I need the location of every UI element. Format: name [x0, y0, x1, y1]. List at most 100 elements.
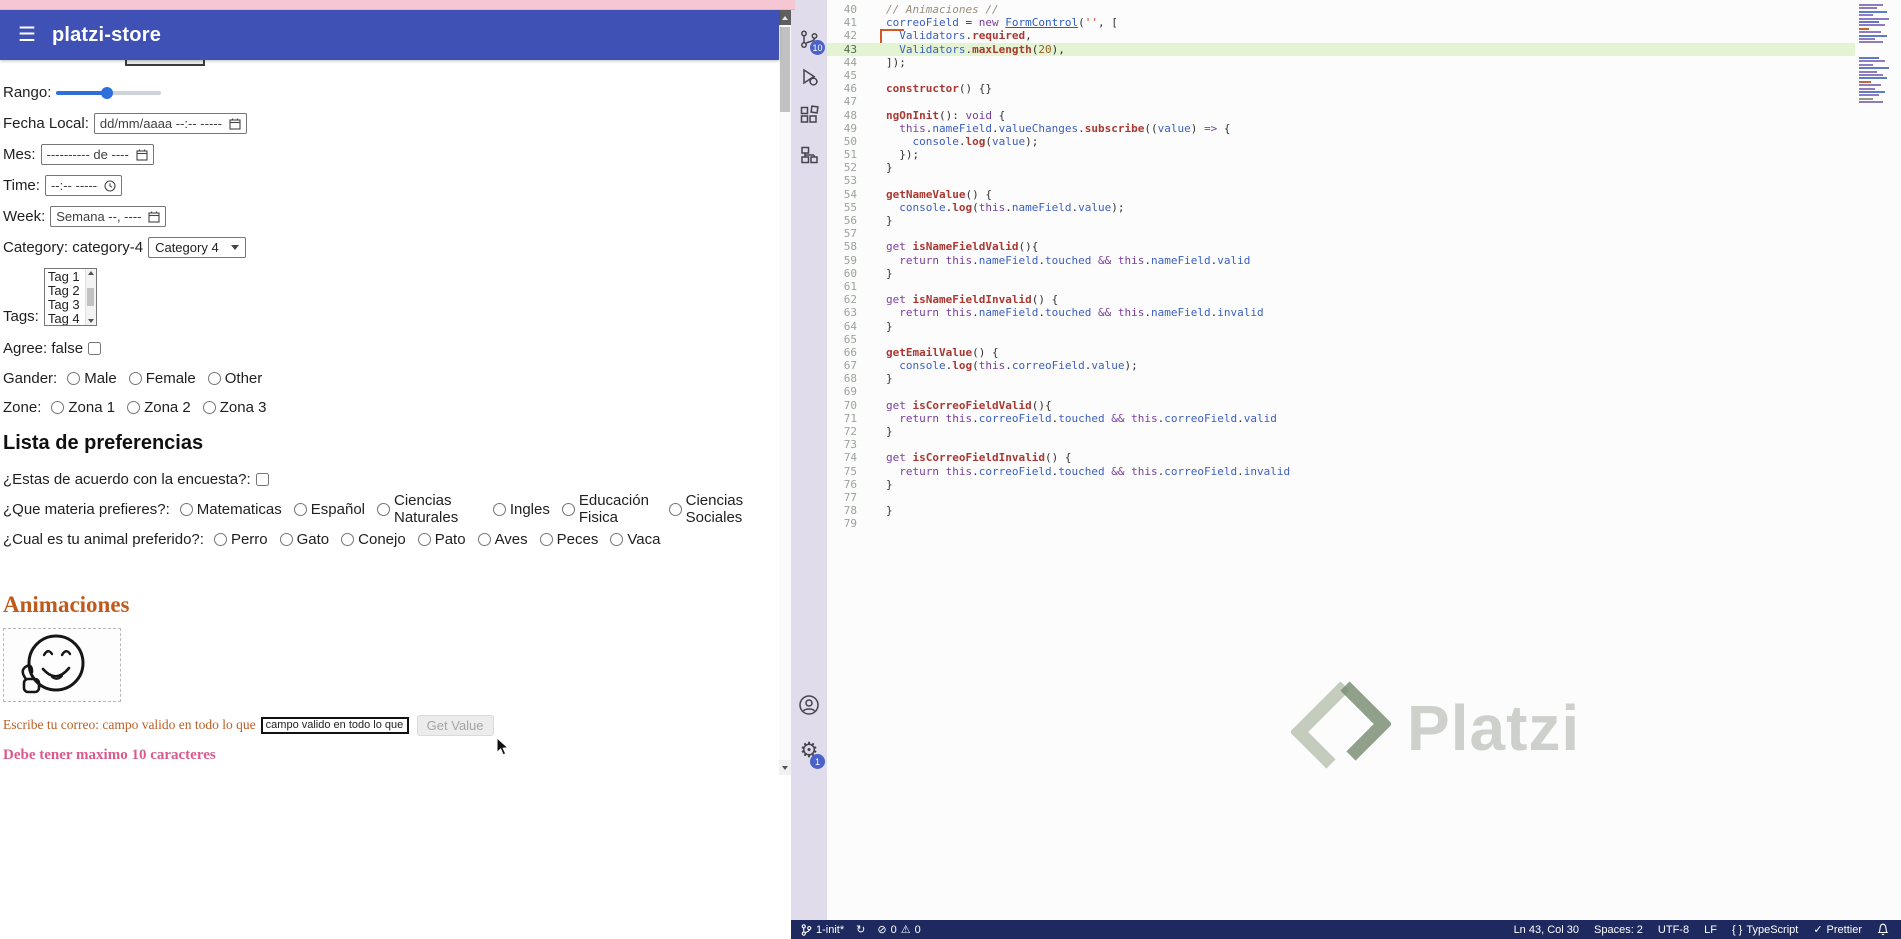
animal-radio[interactable]: [341, 532, 355, 546]
code-line-66[interactable]: 66 getEmailValue() {: [827, 346, 1855, 359]
settings-gear-icon[interactable]: ⚙ 1: [791, 730, 827, 770]
minimap[interactable]: [1857, 0, 1899, 130]
code-line-65[interactable]: 65: [827, 333, 1855, 346]
gander-option[interactable]: Other: [207, 370, 262, 387]
rango-slider[interactable]: [56, 86, 162, 100]
animal-option[interactable]: Conejo: [341, 531, 406, 548]
animal-radio[interactable]: [279, 532, 293, 546]
gander-option[interactable]: Male: [67, 370, 117, 387]
code-line-71[interactable]: 71 return this.correoField.touched && th…: [827, 412, 1855, 425]
time-input[interactable]: --:-- -----: [44, 175, 123, 196]
gander-radio[interactable]: [67, 371, 81, 385]
zone-radio[interactable]: [127, 400, 141, 414]
hierarchy-view-icon[interactable]: [791, 138, 827, 172]
code-line-59[interactable]: 59 return this.nameField.touched && this…: [827, 254, 1855, 267]
zone-radio[interactable]: [202, 400, 216, 414]
get-value-button[interactable]: Get Value: [416, 714, 494, 736]
gander-radio[interactable]: [207, 371, 221, 385]
code-line-76[interactable]: 76}: [827, 478, 1855, 491]
scrollbar-up-button[interactable]: [779, 10, 791, 25]
code-line-57[interactable]: 57: [827, 227, 1855, 240]
materia-option[interactable]: Educación Fisica: [561, 492, 657, 526]
correo-input[interactable]: [260, 716, 409, 734]
animal-radio[interactable]: [610, 532, 624, 546]
tags-option[interactable]: Tag 4: [48, 312, 85, 326]
code-line-42[interactable]: 42 Validators.required,: [827, 29, 1855, 42]
code-line-47[interactable]: 47: [827, 95, 1855, 108]
code-line-70[interactable]: 70 get isCorreoFieldValid(){: [827, 399, 1855, 412]
code-line-43[interactable]: 43 Validators.maxLength(20),: [827, 42, 1855, 56]
code-line-60[interactable]: 60}: [827, 267, 1855, 280]
code-line-74[interactable]: 74 get isCorreoFieldInvalid() {: [827, 451, 1855, 464]
tags-option[interactable]: Tag 1: [48, 270, 85, 284]
code-line-77[interactable]: 77: [827, 491, 1855, 504]
code-line-45[interactable]: 45: [827, 69, 1855, 82]
code-line-79[interactable]: 79: [827, 517, 1855, 530]
code-line-78[interactable]: 78}: [827, 504, 1855, 517]
zone-radio[interactable]: [51, 400, 65, 414]
animal-option[interactable]: Pato: [417, 531, 466, 548]
category-select[interactable]: Category 4: [148, 237, 246, 258]
code-line-51[interactable]: 51 });: [827, 148, 1855, 161]
survey-agree-checkbox[interactable]: [255, 472, 269, 486]
code-line-69[interactable]: 69: [827, 385, 1855, 398]
tags-scrollbar[interactable]: [84, 269, 96, 325]
code-line-64[interactable]: 64}: [827, 320, 1855, 333]
notifications-button[interactable]: [1877, 923, 1889, 936]
code-line-61[interactable]: 61: [827, 280, 1855, 293]
materia-option[interactable]: Ciencias Naturales: [377, 492, 481, 526]
code-line-62[interactable]: 62 get isNameFieldInvalid() {: [827, 293, 1855, 306]
indentation-indicator[interactable]: Spaces: 2: [1594, 924, 1643, 936]
materia-option[interactable]: Español: [293, 501, 365, 518]
animal-radio[interactable]: [477, 532, 491, 546]
clock-icon[interactable]: [104, 179, 116, 192]
materia-option[interactable]: Matematicas: [179, 501, 282, 518]
materia-option[interactable]: Ingles: [492, 501, 550, 518]
code-line-54[interactable]: 54 getNameValue() {: [827, 188, 1855, 201]
run-debug-icon[interactable]: [791, 60, 827, 94]
gander-radio[interactable]: [128, 371, 142, 385]
tags-listbox[interactable]: Tag 1 Tag 2 Tag 3 Tag 4: [43, 268, 97, 326]
scroll-down-icon[interactable]: [87, 319, 94, 323]
scrollbar-down-button[interactable]: [779, 760, 791, 775]
code-line-46[interactable]: 46 constructor() {}: [827, 82, 1855, 95]
zone-option[interactable]: Zona 3: [202, 399, 266, 416]
calendar-icon[interactable]: [148, 211, 161, 223]
tags-option[interactable]: Tag 3: [48, 298, 85, 312]
branch-indicator[interactable]: 1-init*: [801, 923, 844, 937]
code-line-67[interactable]: 67 console.log(this.correoField.value);: [827, 359, 1855, 372]
browser-scrollbar[interactable]: [779, 10, 791, 775]
animal-option[interactable]: Gato: [279, 531, 329, 548]
animal-radio[interactable]: [213, 532, 227, 546]
slider-thumb[interactable]: [101, 86, 114, 99]
code-line-49[interactable]: 49 this.nameField.valueChanges.subscribe…: [827, 122, 1855, 135]
encoding-indicator[interactable]: UTF-8: [1658, 924, 1689, 936]
code-line-44[interactable]: 44]);: [827, 56, 1855, 69]
animal-radio[interactable]: [539, 532, 553, 546]
code-line-50[interactable]: 50 console.log(value);: [827, 135, 1855, 148]
tags-option[interactable]: Tag 2: [48, 284, 85, 298]
animal-radio[interactable]: [417, 532, 431, 546]
code-line-40[interactable]: 40 // Animaciones //: [827, 3, 1855, 16]
code-line-73[interactable]: 73: [827, 438, 1855, 451]
materia-radio[interactable]: [561, 502, 575, 516]
extensions-icon[interactable]: [791, 98, 827, 132]
week-input[interactable]: Semana --, ----: [50, 206, 167, 227]
gander-option[interactable]: Female: [128, 370, 196, 387]
calendar-icon[interactable]: [136, 149, 148, 161]
materia-radio[interactable]: [179, 502, 193, 516]
agree-checkbox[interactable]: [88, 341, 102, 355]
cursor-position[interactable]: Ln 43, Col 30: [1514, 924, 1579, 936]
zone-option[interactable]: Zona 2: [127, 399, 191, 416]
menu-icon[interactable]: ☰: [18, 25, 36, 45]
mes-input[interactable]: ---------- de ----: [40, 144, 154, 165]
code-line-68[interactable]: 68}: [827, 372, 1855, 385]
problems-indicator[interactable]: ⊘ 0 ⚠ 0: [877, 923, 920, 936]
animal-option[interactable]: Vaca: [610, 531, 660, 548]
source-control-icon[interactable]: 10: [791, 22, 827, 56]
sync-button[interactable]: ↻: [856, 923, 865, 936]
code-line-58[interactable]: 58 get isNameFieldValid(){: [827, 240, 1855, 253]
code-line-75[interactable]: 75 return this.correoField.touched && th…: [827, 465, 1855, 478]
fecha-local-input[interactable]: dd/mm/aaaa --:-- -----: [93, 113, 247, 134]
materia-radio[interactable]: [668, 502, 682, 516]
